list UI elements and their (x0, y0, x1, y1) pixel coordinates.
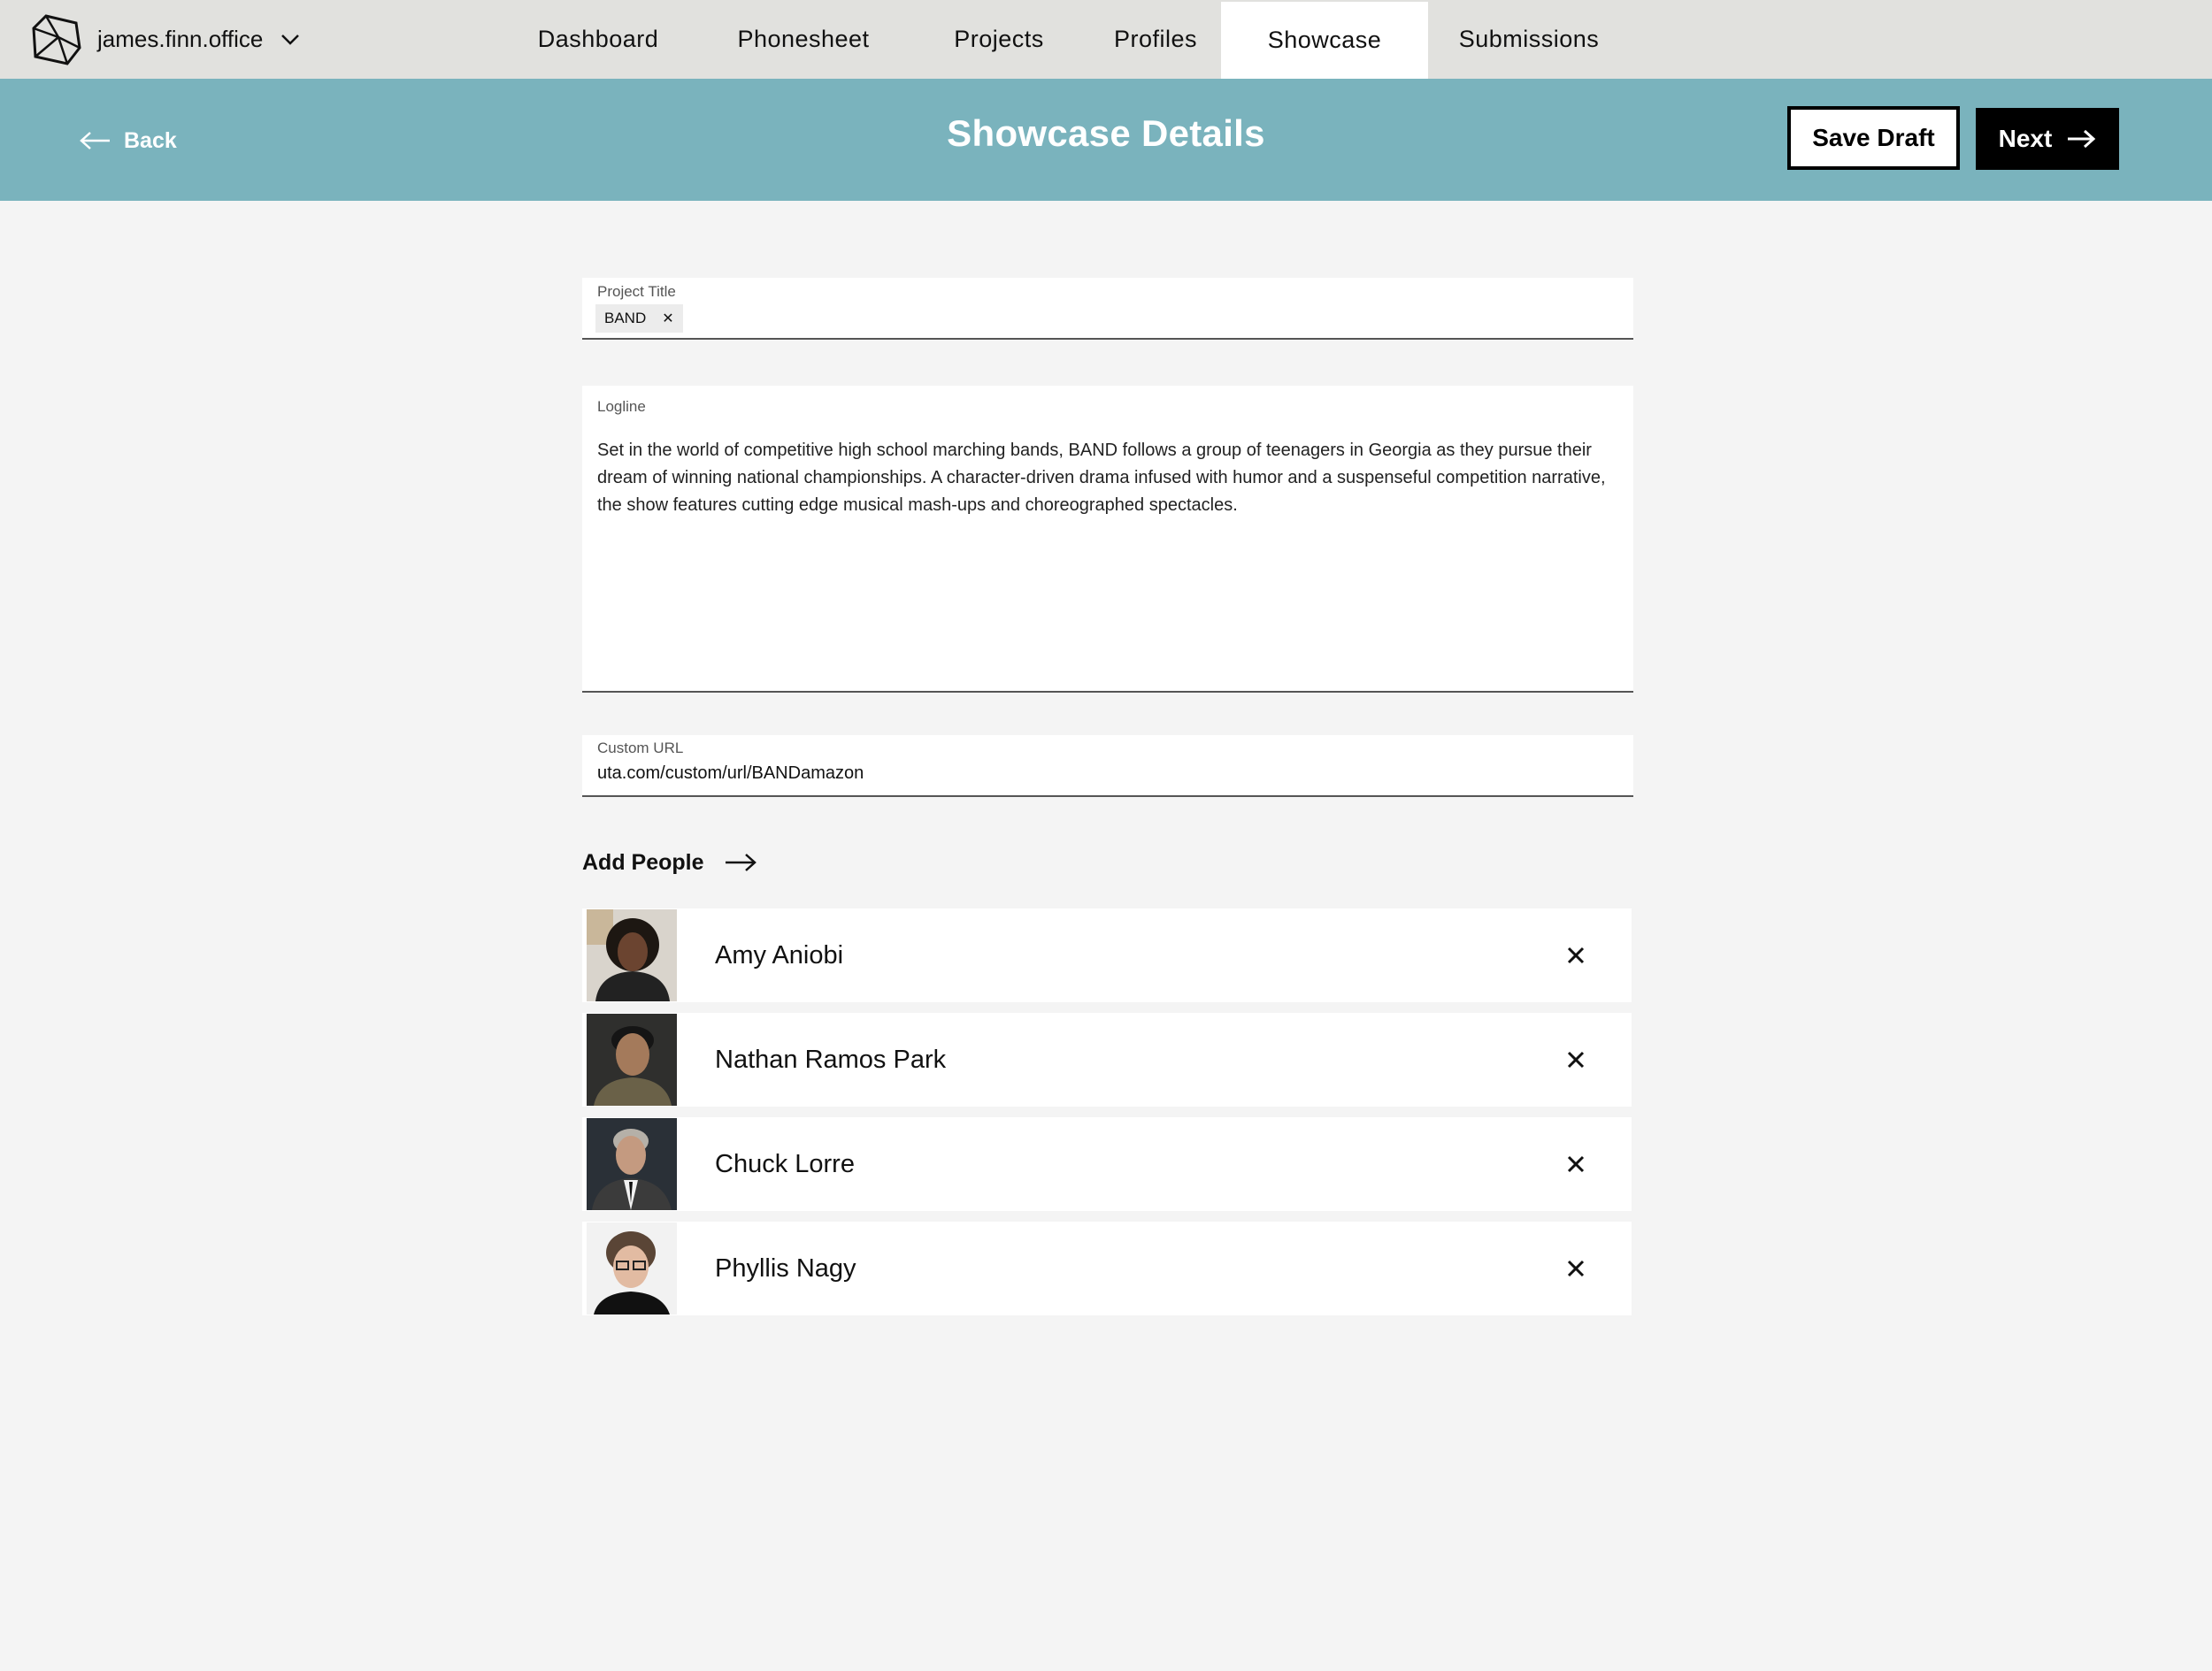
person-name: Nathan Ramos Park (715, 1045, 947, 1074)
person-name: Phyllis Nagy (715, 1253, 856, 1283)
save-draft-button[interactable]: Save Draft (1787, 106, 1960, 170)
tab-projects[interactable]: Projects (929, 0, 1069, 79)
close-icon[interactable] (1564, 1257, 1587, 1280)
logline-textarea[interactable]: Set in the world of competitive high sch… (597, 437, 1624, 519)
add-people-link[interactable]: Add People (582, 847, 757, 878)
avatar (587, 1223, 677, 1315)
tab-label: Dashboard (537, 26, 659, 52)
tab-label: Submissions (1458, 26, 1600, 52)
custom-url-input[interactable]: uta.com/custom/url/BANDamazon (597, 763, 864, 784)
person-name: Amy Aniobi (715, 940, 844, 970)
arrow-right-icon (725, 854, 757, 871)
avatar (587, 1014, 677, 1106)
avatar (587, 1118, 677, 1210)
logline-field[interactable]: Logline Set in the world of competitive … (582, 386, 1633, 693)
tab-profiles[interactable]: Profiles (1094, 0, 1217, 79)
top-navigation: james.finn.office Dashboard Phonesheet P… (0, 0, 2212, 79)
person-name: Chuck Lorre (715, 1149, 855, 1178)
cube-logo-icon[interactable] (32, 14, 81, 65)
list-item: Nathan Ramos Park (582, 1013, 1632, 1107)
project-title-label: Project Title (597, 283, 676, 300)
close-icon[interactable] (1564, 1048, 1587, 1071)
page-header: Back Showcase Details Save Draft Next (0, 79, 2212, 201)
tab-showcase[interactable]: Showcase (1221, 2, 1428, 79)
list-item: Chuck Lorre (582, 1117, 1632, 1211)
arrow-right-icon (2068, 129, 2096, 149)
avatar (587, 909, 677, 1001)
tab-dashboard[interactable]: Dashboard (513, 0, 683, 79)
close-icon[interactable] (1564, 1153, 1587, 1176)
close-icon[interactable]: ✕ (662, 310, 673, 327)
custom-url-label: Custom URL (597, 740, 684, 756)
tab-label: Profiles (1113, 26, 1198, 52)
close-icon[interactable] (1564, 944, 1587, 967)
list-item: Phyllis Nagy (582, 1222, 1632, 1315)
next-button[interactable]: Next (1976, 108, 2119, 170)
custom-url-field[interactable]: Custom URL uta.com/custom/url/BANDamazon (582, 735, 1633, 797)
logline-label: Logline (597, 398, 646, 415)
account-name: james.finn.office (97, 26, 264, 52)
tab-label: Projects (954, 26, 1044, 52)
tab-submissions[interactable]: Submissions (1442, 0, 1616, 79)
project-title-chip: BAND ✕ (595, 304, 683, 333)
next-label: Next (1998, 125, 2053, 152)
tab-label: Showcase (1267, 27, 1382, 53)
tab-phonesheet[interactable]: Phonesheet (708, 0, 899, 79)
list-item: Amy Aniobi (582, 908, 1632, 1002)
account-switcher[interactable]: james.finn.office (97, 0, 300, 79)
project-title-field[interactable]: Project Title BAND ✕ (582, 278, 1633, 340)
add-people-label: Add People (582, 849, 704, 875)
chip-label: BAND (604, 310, 647, 326)
chevron-down-icon (281, 34, 300, 45)
tab-label: Phonesheet (737, 26, 870, 52)
